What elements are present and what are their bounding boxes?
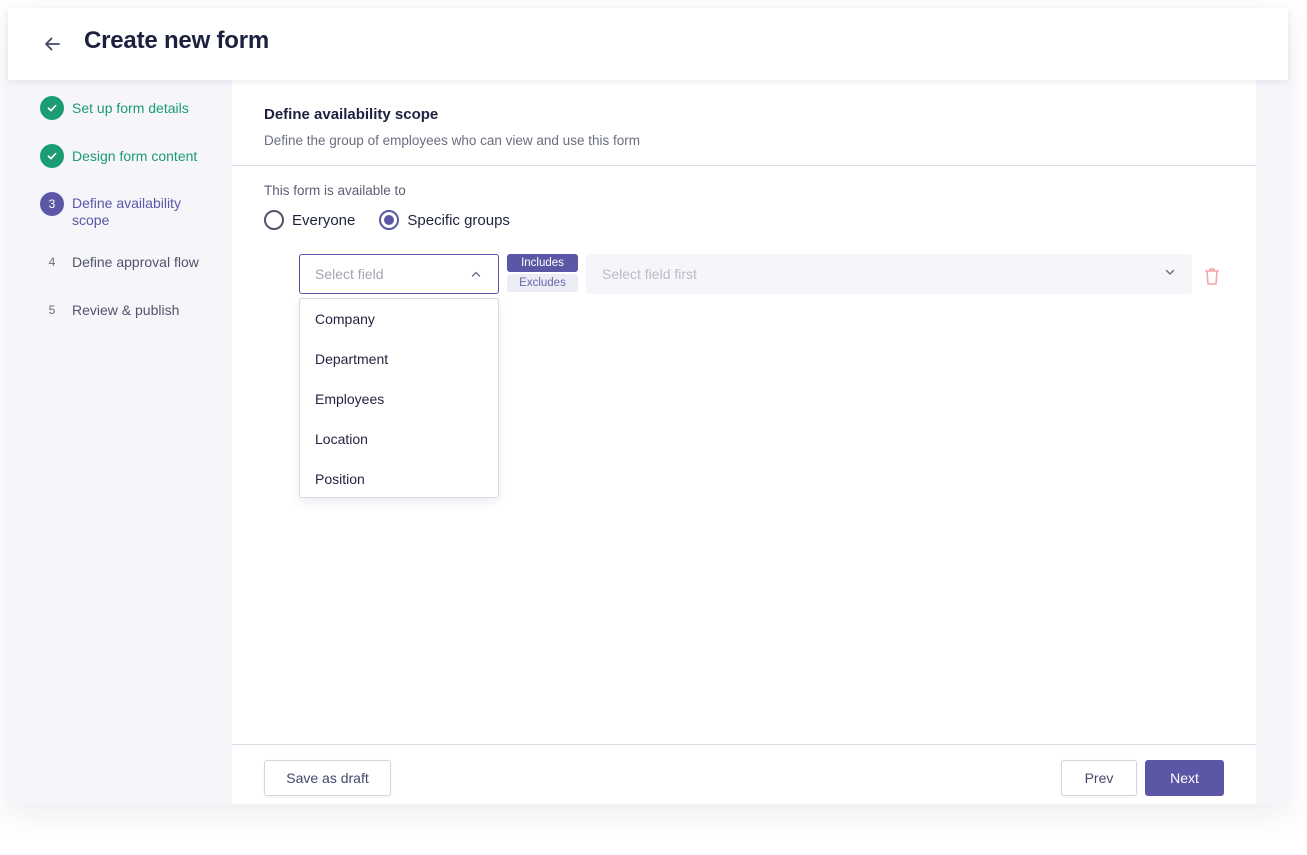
- dropdown-option-company[interactable]: Company: [300, 299, 498, 339]
- step-label: Design form content: [72, 148, 198, 164]
- radio-everyone[interactable]: Everyone: [264, 210, 355, 230]
- availability-radio-group: Everyone Specific groups: [264, 210, 534, 230]
- app-frame: Create new form Set up form details Desi…: [8, 8, 1288, 804]
- step-number: 4: [48, 255, 56, 269]
- step-number: 5: [48, 303, 56, 317]
- step-design-form-content[interactable]: Design form content: [40, 144, 197, 168]
- step-review-publish[interactable]: 5 Review & publish: [40, 298, 180, 322]
- save-as-draft-button[interactable]: Save as draft: [264, 760, 391, 796]
- step-label: Review & publish: [72, 302, 180, 318]
- availability-label: This form is available to: [264, 183, 406, 198]
- dropdown-option-position[interactable]: Position: [300, 459, 498, 499]
- include-exclude-toggle: Includes Excludes: [507, 254, 578, 294]
- includes-toggle[interactable]: Includes: [507, 254, 578, 272]
- dropdown-option-location[interactable]: Location: [300, 419, 498, 459]
- step-define-availability-scope[interactable]: 3 Define availability scope: [40, 192, 202, 229]
- footer-divider: [232, 744, 1256, 745]
- excludes-toggle[interactable]: Excludes: [507, 274, 578, 292]
- radio-label: Specific groups: [407, 211, 510, 229]
- dropdown-option-employees[interactable]: Employees: [300, 379, 498, 419]
- value-select-placeholder: Select field first: [602, 266, 697, 282]
- section-description: Define the group of employees who can vi…: [264, 133, 640, 148]
- radio-checked-icon: [379, 210, 400, 230]
- next-button[interactable]: Next: [1145, 760, 1224, 796]
- step-label: Set up form details: [72, 100, 189, 116]
- check-icon: [40, 144, 64, 168]
- chevron-up-icon: [469, 267, 483, 281]
- step-label: Define availability scope: [72, 195, 181, 228]
- step-define-approval-flow[interactable]: 4 Define approval flow: [40, 250, 199, 274]
- field-dropdown-menu: Company Department Employees Location Po…: [299, 298, 499, 498]
- select-field-placeholder: Select field: [315, 266, 384, 282]
- step-label: Define approval flow: [72, 254, 199, 270]
- radio-specific-groups[interactable]: Specific groups: [379, 210, 510, 230]
- step-set-up-form-details[interactable]: Set up form details: [40, 96, 189, 120]
- page-title: Create new form: [84, 27, 270, 54]
- check-icon: [40, 96, 64, 120]
- dropdown-option-department[interactable]: Department: [300, 339, 498, 379]
- select-field-dropdown[interactable]: Select field: [299, 254, 499, 294]
- arrow-left-icon[interactable]: [38, 30, 66, 58]
- value-select-disabled[interactable]: Select field first: [586, 254, 1192, 294]
- divider: [232, 165, 1256, 166]
- radio-unchecked-icon: [264, 210, 284, 230]
- trash-icon[interactable]: [1200, 264, 1224, 288]
- prev-button[interactable]: Prev: [1061, 760, 1137, 796]
- top-bar: Create new form: [8, 8, 1288, 80]
- section-title: Define availability scope: [264, 106, 439, 123]
- step-number-badge: 3: [40, 192, 64, 216]
- stepper: Set up form details Design form content …: [8, 80, 232, 804]
- chevron-down-icon: [1164, 265, 1176, 283]
- radio-label: Everyone: [292, 211, 356, 229]
- main-card: Define availability scope Define the gro…: [232, 80, 1256, 804]
